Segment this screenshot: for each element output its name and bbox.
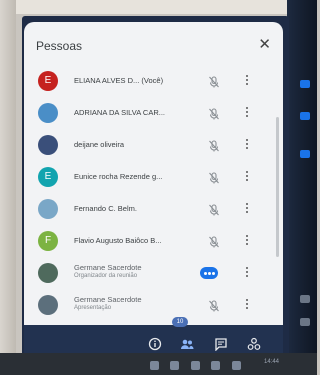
- photo-background-right: [287, 0, 317, 375]
- participant-name: Germane Sacerdote: [74, 295, 142, 304]
- avatar: E: [38, 167, 58, 187]
- more-options-icon[interactable]: [244, 169, 250, 185]
- photo-background-left: [0, 0, 16, 375]
- taskbar-icon[interactable]: [231, 361, 241, 370]
- participant-name: Germane Sacerdote: [74, 263, 142, 272]
- side-app-icon: [300, 112, 310, 120]
- mic-off-icon[interactable]: [207, 107, 221, 121]
- avatar: [38, 135, 58, 155]
- close-icon[interactable]: ✕: [258, 35, 271, 53]
- participant-name: deijane oliveira: [74, 140, 125, 149]
- mic-off-icon[interactable]: [207, 235, 221, 249]
- more-options-icon[interactable]: [244, 73, 250, 89]
- taskbar-icon[interactable]: [190, 361, 200, 370]
- participant-row[interactable]: deijane oliveira: [24, 130, 283, 162]
- participant-role: Organizador da reunião: [74, 273, 138, 279]
- avatar: E: [38, 71, 58, 91]
- participants-scrollbar[interactable]: [276, 117, 279, 257]
- people-count-badge: 10: [172, 317, 188, 327]
- chat-icon[interactable]: [214, 337, 228, 351]
- participant-name: Fernando C. Belm.: [74, 204, 137, 213]
- people-icon[interactable]: [180, 337, 194, 351]
- avatar: [38, 199, 58, 219]
- more-options-icon[interactable]: [244, 201, 250, 217]
- participant-name: ELIANA ALVES D... (Você): [74, 76, 164, 85]
- activities-icon[interactable]: [247, 337, 261, 351]
- participant-role: Apresentação: [74, 305, 112, 311]
- mic-off-icon[interactable]: [207, 203, 221, 217]
- more-options-icon[interactable]: [244, 105, 250, 121]
- photo-background-bottom: 14:44: [0, 353, 317, 375]
- side-app-icon: [300, 295, 310, 303]
- participant-name: Flavio Augusto Baiôco B...: [74, 236, 162, 245]
- taskbar-icon[interactable]: [211, 361, 221, 370]
- avatar: F: [38, 231, 58, 251]
- mic-off-icon[interactable]: [207, 139, 221, 153]
- speaking-indicator-icon: [200, 267, 218, 279]
- avatar: [38, 295, 58, 315]
- taskbar-clock: 14:44: [263, 359, 279, 365]
- participant-name: ADRIANA DA SILVA CAR...: [74, 108, 166, 117]
- photo-background-top: [0, 0, 317, 14]
- participant-row[interactable]: Fernando C. Belm.: [24, 194, 283, 226]
- side-app-icon: [300, 150, 310, 158]
- mic-off-icon[interactable]: [207, 299, 221, 313]
- mic-off-icon[interactable]: [207, 171, 221, 185]
- taskbar-icon[interactable]: [150, 361, 159, 370]
- participant-row[interactable]: Germane Sacerdote Apresentação: [24, 290, 283, 322]
- panel-header: Pessoas ✕: [24, 22, 283, 66]
- mic-off-icon[interactable]: [207, 75, 221, 89]
- participant-row[interactable]: F Flavio Augusto Baiôco B...: [24, 226, 283, 258]
- more-options-icon[interactable]: [244, 137, 250, 153]
- side-app-icon: [300, 80, 310, 88]
- info-icon[interactable]: [148, 337, 162, 351]
- people-panel: Pessoas ✕ E ELIANA ALVES D... (Você) ADRIA…: [24, 22, 283, 325]
- avatar: [38, 263, 58, 283]
- participant-name: Eunice rocha Rezende g...: [74, 172, 163, 181]
- participant-row[interactable]: E Eunice rocha Rezende g...: [24, 162, 283, 194]
- taskbar-icon[interactable]: [170, 361, 180, 370]
- avatar: [38, 103, 58, 123]
- more-options-icon[interactable]: [244, 297, 250, 313]
- participant-row[interactable]: ADRIANA DA SILVA CAR...: [24, 98, 283, 130]
- more-options-icon[interactable]: [244, 265, 250, 281]
- more-options-icon[interactable]: [244, 233, 250, 249]
- side-app-icon: [300, 318, 310, 326]
- participant-row[interactable]: E ELIANA ALVES D... (Você): [24, 66, 283, 98]
- participant-row[interactable]: Germane Sacerdote Organizador da reunião: [24, 258, 283, 290]
- panel-title: Pessoas: [36, 39, 83, 53]
